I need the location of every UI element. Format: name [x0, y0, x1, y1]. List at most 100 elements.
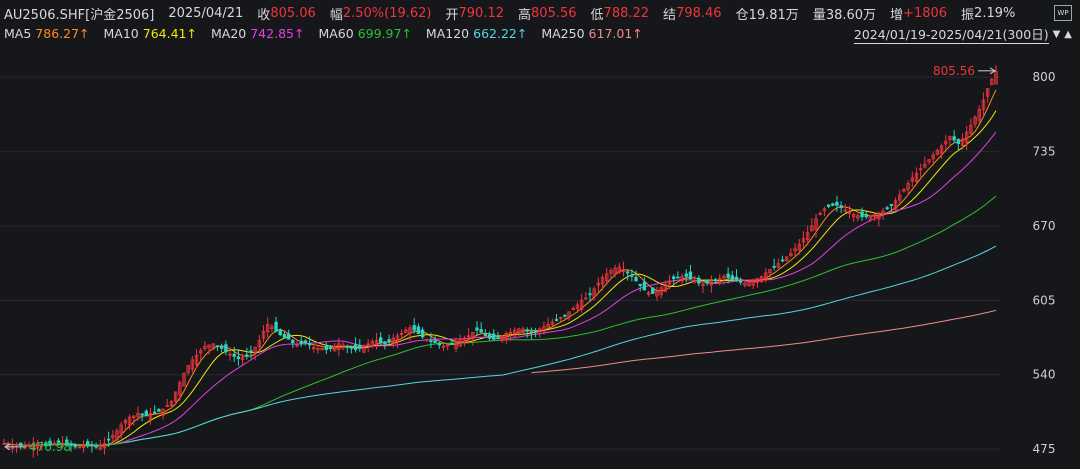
candle-body — [889, 204, 894, 206]
candle — [152, 405, 157, 415]
candle-body — [307, 343, 312, 346]
change-label: 幅 — [329, 7, 343, 23]
candle — [571, 305, 575, 311]
candle — [278, 328, 282, 337]
candle-body — [772, 265, 776, 268]
candle-body — [826, 204, 831, 207]
candle — [525, 327, 529, 338]
ma-line-ma250 — [531, 309, 997, 374]
candle-body — [835, 201, 839, 206]
candle — [265, 317, 270, 338]
candlestick-chart[interactable]: 800 735 670 605 540 475 805.56 476.98 — [0, 44, 1080, 469]
candle-body — [429, 340, 433, 343]
ma-line-ma10 — [3, 110, 997, 447]
y-tick-label: 475 — [1033, 442, 1056, 456]
symbol-label[interactable]: AU2506.SHF[沪金2506] — [4, 4, 154, 23]
min-price-label: 476.98 — [29, 440, 71, 454]
candle-body — [705, 279, 709, 284]
ma20-label[interactable]: MA20 — [211, 26, 246, 41]
max-price-label: 805.56 — [933, 64, 975, 78]
candle — [944, 135, 948, 150]
candle-body — [420, 329, 425, 338]
ma250-label[interactable]: MA250 — [541, 26, 584, 41]
ma5-label[interactable]: MA5 — [4, 26, 31, 41]
candle-body — [286, 333, 291, 340]
candle — [567, 311, 571, 321]
ma120-label[interactable]: MA120 — [426, 26, 469, 41]
candle — [303, 339, 308, 346]
candle — [839, 201, 843, 214]
candle — [379, 332, 383, 345]
candle — [416, 323, 421, 335]
candle-body — [864, 213, 868, 218]
ma-line-ma5 — [3, 89, 997, 447]
candle — [404, 327, 408, 334]
candle-body — [249, 350, 253, 353]
candle — [772, 258, 776, 271]
candle — [190, 356, 195, 373]
candle — [148, 407, 153, 425]
candle — [789, 248, 793, 258]
oi-value: 19.81万 — [748, 7, 799, 23]
candle — [872, 212, 877, 222]
candle — [985, 88, 990, 103]
candle-body — [144, 410, 149, 417]
candle — [655, 286, 659, 301]
candle — [487, 331, 492, 341]
oi-change-value: +1806 — [903, 5, 948, 21]
candle — [584, 291, 588, 300]
candle-body — [533, 330, 538, 333]
candle — [102, 437, 107, 455]
candle-body — [349, 346, 354, 349]
candle — [320, 348, 324, 351]
open-label: 开 — [445, 7, 459, 23]
candle — [420, 327, 425, 339]
candle — [864, 211, 868, 220]
candle — [115, 428, 119, 443]
candle-body — [450, 343, 454, 345]
candle — [270, 323, 274, 333]
date-label: 2025/04/21 — [168, 5, 244, 21]
candle — [965, 125, 969, 151]
wp-icon[interactable]: WP — [1054, 5, 1072, 21]
candle-body — [353, 344, 358, 350]
candle-body — [291, 339, 295, 344]
candle-body — [345, 345, 349, 348]
ma60-label[interactable]: MA60 — [318, 26, 353, 41]
candle — [609, 267, 613, 279]
candle-body — [219, 346, 224, 349]
candle-body — [734, 276, 739, 282]
candle — [111, 430, 115, 443]
arrow-up-icon[interactable]: ▲ — [1064, 29, 1072, 40]
date-range-text[interactable]: 2024/01/19-2025/04/21(300日) — [853, 24, 1049, 44]
ma-line-ma60 — [3, 195, 997, 446]
candle — [475, 321, 479, 337]
candle-body — [697, 277, 701, 284]
ma20-value: 742.85↑ — [250, 25, 305, 41]
candle — [558, 316, 563, 322]
candle — [77, 446, 82, 449]
candle-body — [475, 327, 479, 331]
candle — [918, 163, 923, 178]
y-tick-label: 605 — [1033, 293, 1056, 307]
ma10-label[interactable]: MA10 — [104, 26, 139, 41]
candle — [299, 336, 303, 348]
candle — [73, 443, 77, 449]
candle — [496, 331, 500, 339]
candle — [387, 334, 391, 345]
candle — [625, 269, 630, 281]
candle — [219, 343, 224, 353]
candle — [646, 290, 651, 297]
candle — [579, 294, 584, 313]
candle — [692, 275, 697, 284]
candle — [14, 442, 19, 453]
candle — [785, 256, 789, 262]
amplitude-value: 2.19% — [974, 5, 1016, 21]
candle — [374, 333, 379, 350]
date-range[interactable]: 2024/01/19-2025/04/21(300日) ▼ ▲ — [853, 24, 1072, 44]
arrow-down-icon[interactable]: ▼ — [1053, 29, 1061, 40]
open-value: 790.12 — [458, 5, 505, 21]
candle-body — [236, 356, 241, 360]
candle — [680, 273, 684, 285]
oi-label: 仓 — [735, 7, 749, 23]
